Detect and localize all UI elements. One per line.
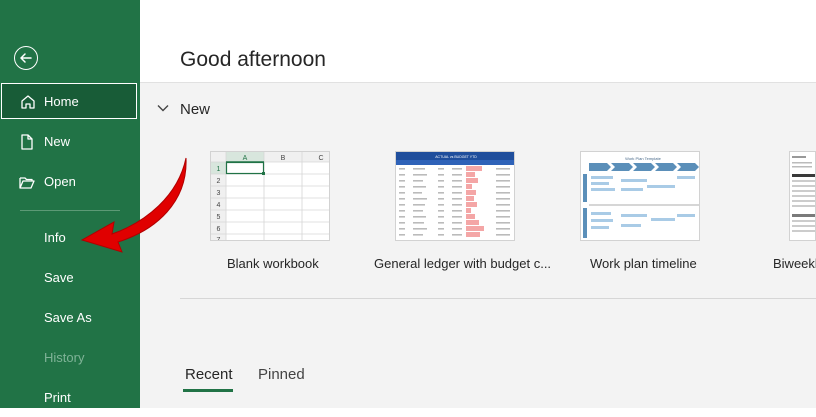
template-general-ledger[interactable]: ACTUAL vs BUDGET YTD General ledger with… <box>374 151 551 271</box>
row-header-5: 5 <box>217 214 221 221</box>
nav-info[interactable]: Info <box>0 219 140 257</box>
ledger-header-text: ACTUAL vs BUDGET YTD <box>435 155 477 159</box>
template-biweekly[interactable]: Biweekly <box>773 151 816 271</box>
new-section-title: New <box>180 101 211 118</box>
main-panel <box>140 83 816 408</box>
template-thumbnail: Work Plan Template <box>580 151 700 241</box>
template-thumbnail: ACTUAL vs BUDGET YTD <box>395 151 515 241</box>
nav-print[interactable]: Print <box>0 379 140 417</box>
template-thumbnail <box>789 151 816 241</box>
chevron-down-icon[interactable] <box>156 101 170 115</box>
home-icon <box>19 93 37 111</box>
row-header-4: 4 <box>217 202 221 209</box>
template-thumbnail: A B C 1 2 3 4 5 6 7 <box>210 151 330 241</box>
row-header-2: 2 <box>217 178 221 185</box>
tab-recent[interactable]: Recent <box>185 366 233 383</box>
nav-new[interactable]: New <box>0 123 140 161</box>
nav-info-label: Info <box>44 230 66 245</box>
nav-home-label: Home <box>44 94 79 109</box>
nav-open[interactable]: Open <box>0 163 140 201</box>
tab-pinned[interactable]: Pinned <box>258 366 305 383</box>
nav-home[interactable]: Home <box>1 83 137 119</box>
open-folder-icon <box>18 173 36 191</box>
nav-history: History <box>0 339 140 377</box>
column-header-c: C <box>318 155 323 162</box>
column-header-a: A <box>243 155 248 162</box>
row-header-1: 1 <box>217 166 221 173</box>
new-file-icon <box>18 133 36 151</box>
template-label: Biweekly <box>773 256 816 271</box>
greeting-heading: Good afternoon <box>180 48 326 71</box>
template-blank-workbook[interactable]: A B C 1 2 3 4 5 6 7 Blank workbook <box>210 151 330 271</box>
nav-save[interactable]: Save <box>0 259 140 297</box>
nav-save-as[interactable]: Save As <box>0 299 140 337</box>
nav-history-label: History <box>44 350 85 365</box>
nav-save-label: Save <box>44 270 74 285</box>
nav-open-label: Open <box>44 174 76 189</box>
row-header-6: 6 <box>217 226 221 233</box>
nav-print-label: Print <box>44 390 71 405</box>
sidebar-separator <box>20 210 120 211</box>
section-divider <box>180 298 816 299</box>
template-label: General ledger with budget c... <box>374 256 552 271</box>
nav-new-label: New <box>44 134 71 149</box>
active-tab-indicator <box>183 389 233 392</box>
column-header-b: B <box>281 155 286 162</box>
nav-save-as-label: Save As <box>44 310 92 325</box>
back-arrow-icon[interactable] <box>14 46 38 70</box>
workplan-header-text: Work Plan Template <box>625 156 661 161</box>
template-work-plan-timeline[interactable]: Work Plan Template Work plan timeline <box>580 151 700 271</box>
row-header-7: 7 <box>217 237 221 241</box>
backstage-sidebar: Home New Open Info Save Save As History … <box>0 0 140 408</box>
template-label: Blank workbook <box>227 256 319 271</box>
row-header-3: 3 <box>217 190 221 197</box>
template-label: Work plan timeline <box>590 256 697 271</box>
